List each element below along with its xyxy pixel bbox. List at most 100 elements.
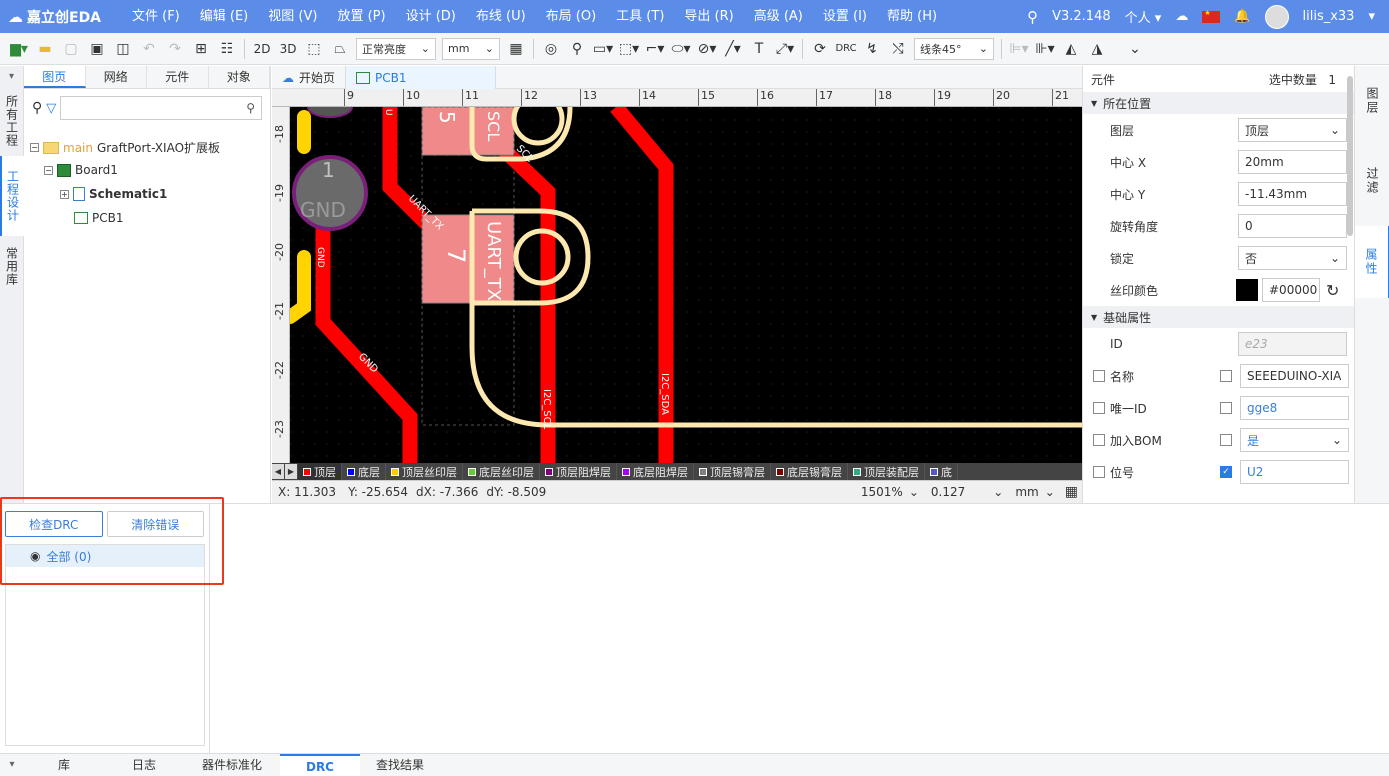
unit-select[interactable]: mm ⌄ (442, 37, 500, 60)
prop-name-input[interactable]: SEEEDUINO-XIA (1240, 364, 1349, 388)
grid-icon[interactable]: ⊞ (188, 37, 214, 61)
view-3d-button[interactable]: 3D (275, 37, 301, 61)
vtab-layers[interactable]: 图层 (1355, 66, 1389, 136)
layer-prev-icon[interactable]: ◀ (272, 464, 284, 479)
toolbar-expand-icon[interactable]: ⌄ (1122, 37, 1148, 61)
align-icon[interactable]: ⊫▾ (1006, 37, 1032, 61)
grid-toggle-icon[interactable]: ▦ (1061, 484, 1082, 500)
flip-icon[interactable]: ◭ (1058, 37, 1084, 61)
tab-pages[interactable]: 图页 (24, 66, 86, 88)
layer-next-icon[interactable]: ▶ (285, 464, 297, 479)
layer-item[interactable]: 底层锡膏层 (771, 463, 848, 480)
collapse-icon[interactable]: − (44, 165, 53, 175)
rect-icon[interactable]: ▭▾ (590, 37, 616, 61)
layer-item[interactable]: 底层 (342, 463, 386, 480)
vtab-project-design[interactable]: 工程设计 (0, 156, 24, 236)
expand-icon[interactable]: + (60, 189, 69, 199)
collapse-icon[interactable]: − (30, 143, 39, 152)
color-swatch[interactable] (1236, 279, 1258, 301)
section-position[interactable]: ▼ 所在位置 (1083, 92, 1354, 114)
distribute-icon[interactable]: ⊪▾ (1032, 37, 1058, 61)
menu-help[interactable]: 帮助 (H) (877, 0, 947, 33)
designator-visible-checkbox[interactable] (1093, 466, 1105, 478)
search-input[interactable]: ⚲ (60, 96, 262, 120)
measure-icon[interactable]: ⤢▾ (772, 37, 798, 61)
undo-icon[interactable]: ↶ (136, 37, 162, 61)
layer-item[interactable]: 顶层阻焊层 (540, 463, 617, 480)
menu-file[interactable]: 文件 (F) (122, 0, 190, 33)
layer-item[interactable]: 底 (925, 463, 958, 480)
layer-icon[interactable]: ⏢ (327, 37, 353, 61)
view-2d-button[interactable]: 2D (249, 37, 275, 61)
prop-center-x-input[interactable]: 20mm (1238, 150, 1347, 174)
prop-center-y-input[interactable]: -11.43mm (1238, 182, 1347, 206)
menu-view[interactable]: 视图 (V) (258, 0, 327, 33)
chevron-down-icon[interactable]: ▾ (1368, 9, 1375, 24)
list-icon[interactable]: ☷ (214, 37, 240, 61)
filter-icon[interactable]: ▽ (46, 101, 56, 116)
bom-lock-checkbox[interactable] (1220, 434, 1232, 446)
menu-place[interactable]: 放置 (P) (327, 0, 395, 33)
tree-board[interactable]: − Board1 (44, 163, 118, 177)
search-icon[interactable]: ⚲ (1027, 8, 1038, 26)
vtab-filter[interactable]: 过滤 (1355, 136, 1389, 226)
menu-tools[interactable]: 工具 (T) (606, 0, 674, 33)
mirror-icon[interactable]: ◮ (1084, 37, 1110, 61)
menu-route[interactable]: 布线 (U) (466, 0, 536, 33)
polygon-icon[interactable]: ⌐▾ (642, 37, 668, 61)
open-folder-icon[interactable]: ▬ (32, 37, 58, 61)
layer-item[interactable]: 底层阻焊层 (617, 463, 694, 480)
route-icon[interactable]: ↯ (859, 37, 885, 61)
route-diff-icon[interactable]: ⤭ (885, 37, 911, 61)
prop-bom-select[interactable]: 是 ⌄ (1240, 428, 1349, 452)
prop-designator-input[interactable]: U2 (1240, 460, 1349, 484)
text-icon[interactable]: T (746, 37, 772, 61)
name-lock-checkbox[interactable] (1220, 370, 1232, 382)
mode-select[interactable]: 个人 ▾ (1125, 7, 1162, 26)
layer-item[interactable]: 顶层装配层 (848, 463, 925, 480)
tree-schematic[interactable]: + Schematic1 (60, 187, 167, 201)
prop-layer-select[interactable]: 顶层 ⌄ (1238, 118, 1347, 142)
menu-advanced[interactable]: 高级 (A) (744, 0, 813, 33)
btab-search-results[interactable]: 查找结果 (360, 754, 440, 776)
uid-visible-checkbox[interactable] (1093, 402, 1105, 414)
pin-icon[interactable]: ▾ (0, 754, 24, 776)
btab-library[interactable]: 库 (24, 754, 104, 776)
layer-item[interactable]: 底层丝印层 (463, 463, 540, 480)
brightness-select[interactable]: 正常亮度 ⌄ (356, 37, 436, 60)
reset-icon[interactable]: ↻ (1326, 281, 1339, 300)
rotate-icon[interactable]: ⟳ (807, 37, 833, 61)
search-icon[interactable]: ⚲ (32, 100, 42, 116)
designator-lock-checkbox[interactable]: ✓ (1220, 466, 1232, 478)
btab-log[interactable]: 日志 (104, 754, 184, 776)
status-unit-select[interactable]: mm ⌄ (1009, 485, 1060, 499)
prop-rotation-input[interactable]: 0 (1238, 214, 1347, 238)
vtab-common-library[interactable]: 常用库 (0, 236, 24, 296)
bell-icon[interactable]: 🔔 (1234, 9, 1250, 24)
tab-components[interactable]: 元件 (147, 66, 209, 88)
drc-toolbar-button[interactable]: DRC (833, 37, 859, 61)
tree-root[interactable]: − main GraftPort-XIAO扩展板 (30, 139, 220, 156)
ellipse-icon[interactable]: ⬭▾ (668, 37, 694, 61)
pad-icon[interactable]: ⚲ (564, 37, 590, 61)
vtab-properties[interactable]: 属性 (1355, 226, 1389, 298)
prop-uid-input[interactable]: gge8 (1240, 396, 1349, 420)
save-disabled-icon[interactable]: ▢ (58, 37, 84, 61)
region-icon[interactable]: ⬚▾ (616, 37, 642, 61)
layer-item[interactable]: 顶层丝印层 (386, 463, 463, 480)
doc-tab-start[interactable]: ☁ 开始页 (272, 66, 347, 89)
new-icon[interactable]: ▆▾ (6, 37, 32, 61)
menu-layout[interactable]: 布局 (O) (536, 0, 607, 33)
bom-visible-checkbox[interactable] (1093, 434, 1105, 446)
layer-item[interactable]: 顶层 (298, 463, 342, 480)
menu-edit[interactable]: 编辑 (E) (190, 0, 259, 33)
avatar[interactable] (1264, 4, 1289, 29)
zoom-select[interactable]: 1501% ⌄ (855, 485, 925, 499)
redo-icon[interactable]: ↷ (162, 37, 188, 61)
via-icon[interactable]: ◎ (538, 37, 564, 61)
save-as-icon[interactable]: ◫ (110, 37, 136, 61)
username-label[interactable]: lilis_x33 (1303, 9, 1355, 24)
prop-silk-color-input[interactable]: #00000 (1262, 278, 1320, 302)
menu-settings[interactable]: 设置 (I) (813, 0, 877, 33)
vtab-all-projects[interactable]: 所有工程 (0, 86, 24, 156)
